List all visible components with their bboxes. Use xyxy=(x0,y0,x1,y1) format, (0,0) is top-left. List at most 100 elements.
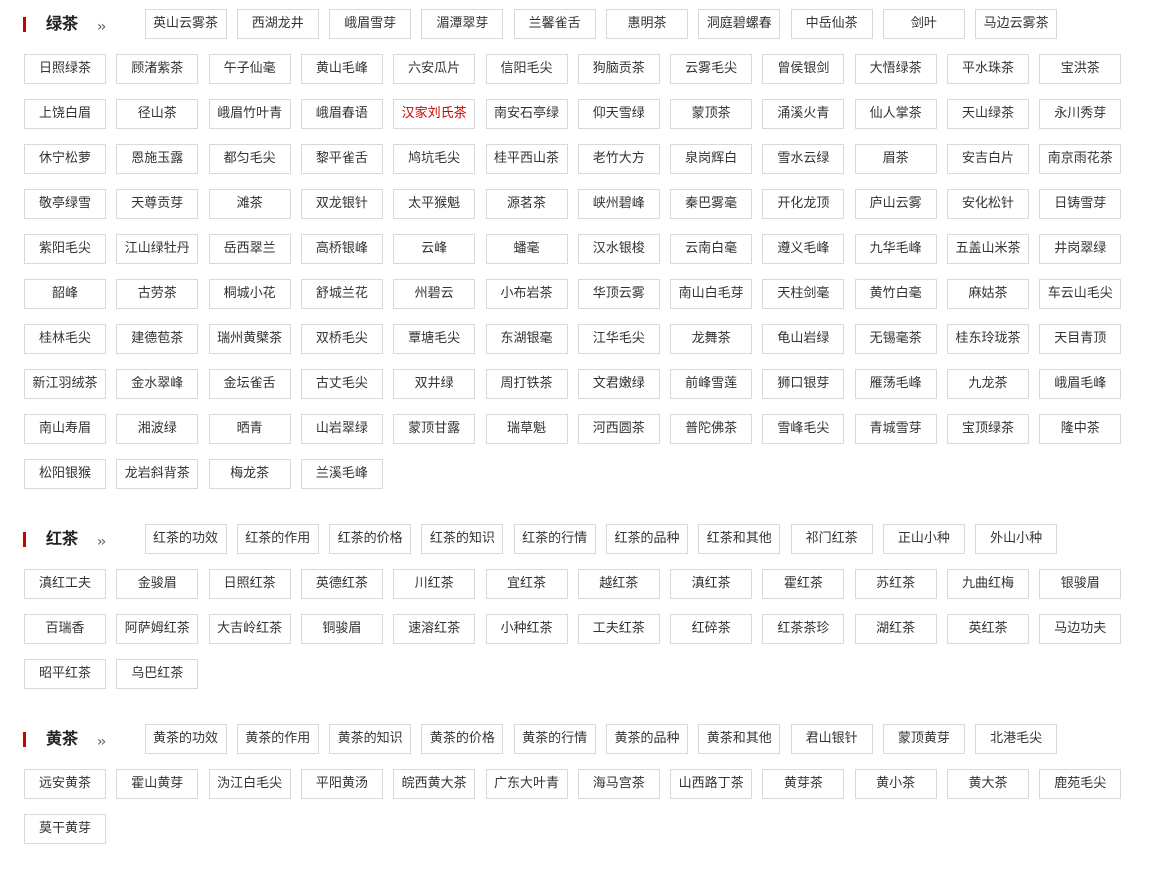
tea-tag-link[interactable]: 永川秀芽 xyxy=(1039,99,1122,129)
tea-tag-link[interactable]: 速溶红茶 xyxy=(393,614,476,644)
header-tag-link[interactable]: 英山云雾茶 xyxy=(144,9,227,39)
header-tag-link[interactable]: 蒙顶黄芽 xyxy=(882,724,965,754)
tea-tag-link[interactable]: 上饶白眉 xyxy=(24,99,106,129)
tea-tag-link[interactable]: 庐山云雾 xyxy=(854,189,937,219)
tea-tag-link[interactable]: 晒青 xyxy=(208,414,291,444)
tea-tag-link[interactable]: 金水翠峰 xyxy=(116,369,199,399)
tea-tag-link[interactable]: 新江羽绒茶 xyxy=(24,369,106,399)
tea-tag-link[interactable]: 沩江白毛尖 xyxy=(208,769,291,799)
tea-tag-link[interactable]: 安化松针 xyxy=(947,189,1029,219)
header-tag-link[interactable]: 峨眉雪芽 xyxy=(329,9,412,39)
tea-tag-link[interactable]: 老竹大方 xyxy=(577,144,660,174)
tea-tag-link[interactable]: 小种红茶 xyxy=(485,614,568,644)
tea-tag-link[interactable]: 峨眉竹叶青 xyxy=(208,99,291,129)
tea-tag-link[interactable]: 隆中茶 xyxy=(1039,414,1122,444)
tea-tag-link[interactable]: 六安瓜片 xyxy=(393,54,476,84)
tea-tag-link[interactable]: 鹿苑毛尖 xyxy=(1039,769,1122,799)
tea-tag-link[interactable]: 双龙银针 xyxy=(300,189,383,219)
tea-tag-link[interactable]: 双井绿 xyxy=(393,369,476,399)
header-tag-link[interactable]: 黄茶的价格 xyxy=(421,724,504,754)
tea-tag-link[interactable]: 眉茶 xyxy=(854,144,937,174)
tea-tag-link[interactable]: 龙岩斜背茶 xyxy=(116,459,199,489)
tea-tag-link[interactable]: 敬亭绿雪 xyxy=(24,189,106,219)
tea-tag-link[interactable]: 大吉岭红茶 xyxy=(208,614,291,644)
tea-tag-link[interactable]: 湖红茶 xyxy=(854,614,937,644)
tea-tag-link[interactable]: 乌巴红茶 xyxy=(116,659,199,689)
tea-tag-link[interactable]: 泉岗辉白 xyxy=(670,144,753,174)
tea-tag-link[interactable]: 滇红茶 xyxy=(670,569,753,599)
tea-tag-link[interactable]: 川红茶 xyxy=(393,569,476,599)
tea-tag-link[interactable]: 狮口银芽 xyxy=(762,369,845,399)
header-tag-link[interactable]: 黄茶和其他 xyxy=(698,724,781,754)
tea-tag-link[interactable]: 九曲红梅 xyxy=(947,569,1029,599)
tea-tag-link[interactable]: 径山茶 xyxy=(116,99,199,129)
tea-tag-link[interactable]: 瑞州黄檗茶 xyxy=(208,324,291,354)
tea-tag-link[interactable]: 银骏眉 xyxy=(1039,569,1122,599)
header-tag-link[interactable]: 黄茶的行情 xyxy=(513,724,596,754)
tea-tag-link[interactable]: 海马宫茶 xyxy=(577,769,660,799)
tea-tag-link[interactable]: 皖西黄大茶 xyxy=(393,769,476,799)
tea-tag-link[interactable]: 雪峰毛尖 xyxy=(762,414,845,444)
header-tag-link[interactable]: 黄茶的品种 xyxy=(606,724,688,754)
tea-tag-link[interactable]: 宜红茶 xyxy=(485,569,568,599)
tea-tag-link[interactable]: 南山寿眉 xyxy=(24,414,106,444)
tea-tag-link[interactable]: 马边功夫 xyxy=(1039,614,1122,644)
tea-tag-link[interactable]: 黄竹白毫 xyxy=(854,279,937,309)
tea-tag-link[interactable]: 蒙顶甘露 xyxy=(393,414,476,444)
tea-tag-link[interactable]: 龙舞茶 xyxy=(670,324,753,354)
tea-tag-link[interactable]: 覃塘毛尖 xyxy=(393,324,476,354)
tea-tag-link[interactable]: 峨眉春语 xyxy=(300,99,383,129)
tea-tag-link[interactable]: 兰溪毛峰 xyxy=(300,459,383,489)
tea-tag-link[interactable]: 无锡毫茶 xyxy=(854,324,937,354)
header-tag-link[interactable]: 祁门红茶 xyxy=(790,524,873,554)
tea-tag-link[interactable]: 广东大叶青 xyxy=(485,769,568,799)
tea-tag-link[interactable]: 雁荡毛峰 xyxy=(854,369,937,399)
tea-tag-link[interactable]: 前峰雪莲 xyxy=(670,369,753,399)
tea-tag-link[interactable]: 龟山岩绿 xyxy=(762,324,845,354)
tea-tag-link[interactable]: 山岩翠绿 xyxy=(300,414,383,444)
tea-tag-link[interactable]: 小布岩茶 xyxy=(485,279,568,309)
tea-tag-link[interactable]: 华顶云雾 xyxy=(577,279,660,309)
tea-tag-link[interactable]: 滩茶 xyxy=(208,189,291,219)
tea-tag-link[interactable]: 天目青顶 xyxy=(1039,324,1122,354)
tea-tag-link[interactable]: 文君嫩绿 xyxy=(577,369,660,399)
tea-tag-link[interactable]: 江山绿牡丹 xyxy=(116,234,199,264)
tea-tag-link[interactable]: 湘波绿 xyxy=(116,414,199,444)
tea-tag-link[interactable]: 霍红茶 xyxy=(762,569,845,599)
tea-tag-link[interactable]: 霍山黄芽 xyxy=(116,769,199,799)
tea-tag-link[interactable]: 州碧云 xyxy=(393,279,476,309)
tea-tag-link[interactable]: 信阳毛尖 xyxy=(485,54,568,84)
tea-tag-link[interactable]: 九华毛峰 xyxy=(854,234,937,264)
tea-tag-link[interactable]: 越红茶 xyxy=(577,569,660,599)
tea-tag-link[interactable]: 东湖银毫 xyxy=(485,324,568,354)
tea-tag-link[interactable]: 舒城兰花 xyxy=(300,279,383,309)
tea-tag-link[interactable]: 恩施玉露 xyxy=(116,144,199,174)
tea-tag-link[interactable]: 九龙茶 xyxy=(947,369,1029,399)
tea-tag-link[interactable]: 狗脑贡茶 xyxy=(577,54,660,84)
tea-tag-link[interactable]: 金骏眉 xyxy=(116,569,199,599)
tea-tag-link[interactable]: 太平猴魁 xyxy=(393,189,476,219)
tea-tag-link[interactable]: 昭平红茶 xyxy=(24,659,106,689)
tea-tag-link[interactable]: 南安石亭绿 xyxy=(485,99,568,129)
header-tag-link[interactable]: 红茶的知识 xyxy=(421,524,504,554)
tea-tag-link[interactable]: 天尊贡芽 xyxy=(116,189,199,219)
tea-tag-link[interactable]: 莫干黄芽 xyxy=(24,814,106,844)
tea-tag-link[interactable]: 云峰 xyxy=(393,234,476,264)
header-tag-link[interactable]: 正山小种 xyxy=(882,524,965,554)
tea-tag-link[interactable]: 都匀毛尖 xyxy=(208,144,291,174)
tea-tag-link[interactable]: 仙人掌茶 xyxy=(854,99,937,129)
header-tag-link[interactable]: 黄茶的功效 xyxy=(144,724,227,754)
tea-tag-link[interactable]: 桐城小花 xyxy=(208,279,291,309)
tea-tag-link[interactable]: 南山白毛芽 xyxy=(670,279,753,309)
tea-tag-link[interactable]: 建德苞茶 xyxy=(116,324,199,354)
header-tag-link[interactable]: 君山银针 xyxy=(790,724,873,754)
header-tag-link[interactable]: 湄潭翠芽 xyxy=(421,9,504,39)
tea-tag-link[interactable]: 遵义毛峰 xyxy=(762,234,845,264)
tea-tag-link[interactable]: 峨眉毛峰 xyxy=(1039,369,1122,399)
tea-tag-link[interactable]: 紫阳毛尖 xyxy=(24,234,106,264)
tea-tag-link[interactable]: 午子仙毫 xyxy=(208,54,291,84)
tea-tag-link[interactable]: 远安黄茶 xyxy=(24,769,106,799)
tea-tag-link[interactable]: 天山绿茶 xyxy=(947,99,1029,129)
tea-tag-link[interactable]: 云南白毫 xyxy=(670,234,753,264)
header-tag-link[interactable]: 红茶的价格 xyxy=(329,524,412,554)
